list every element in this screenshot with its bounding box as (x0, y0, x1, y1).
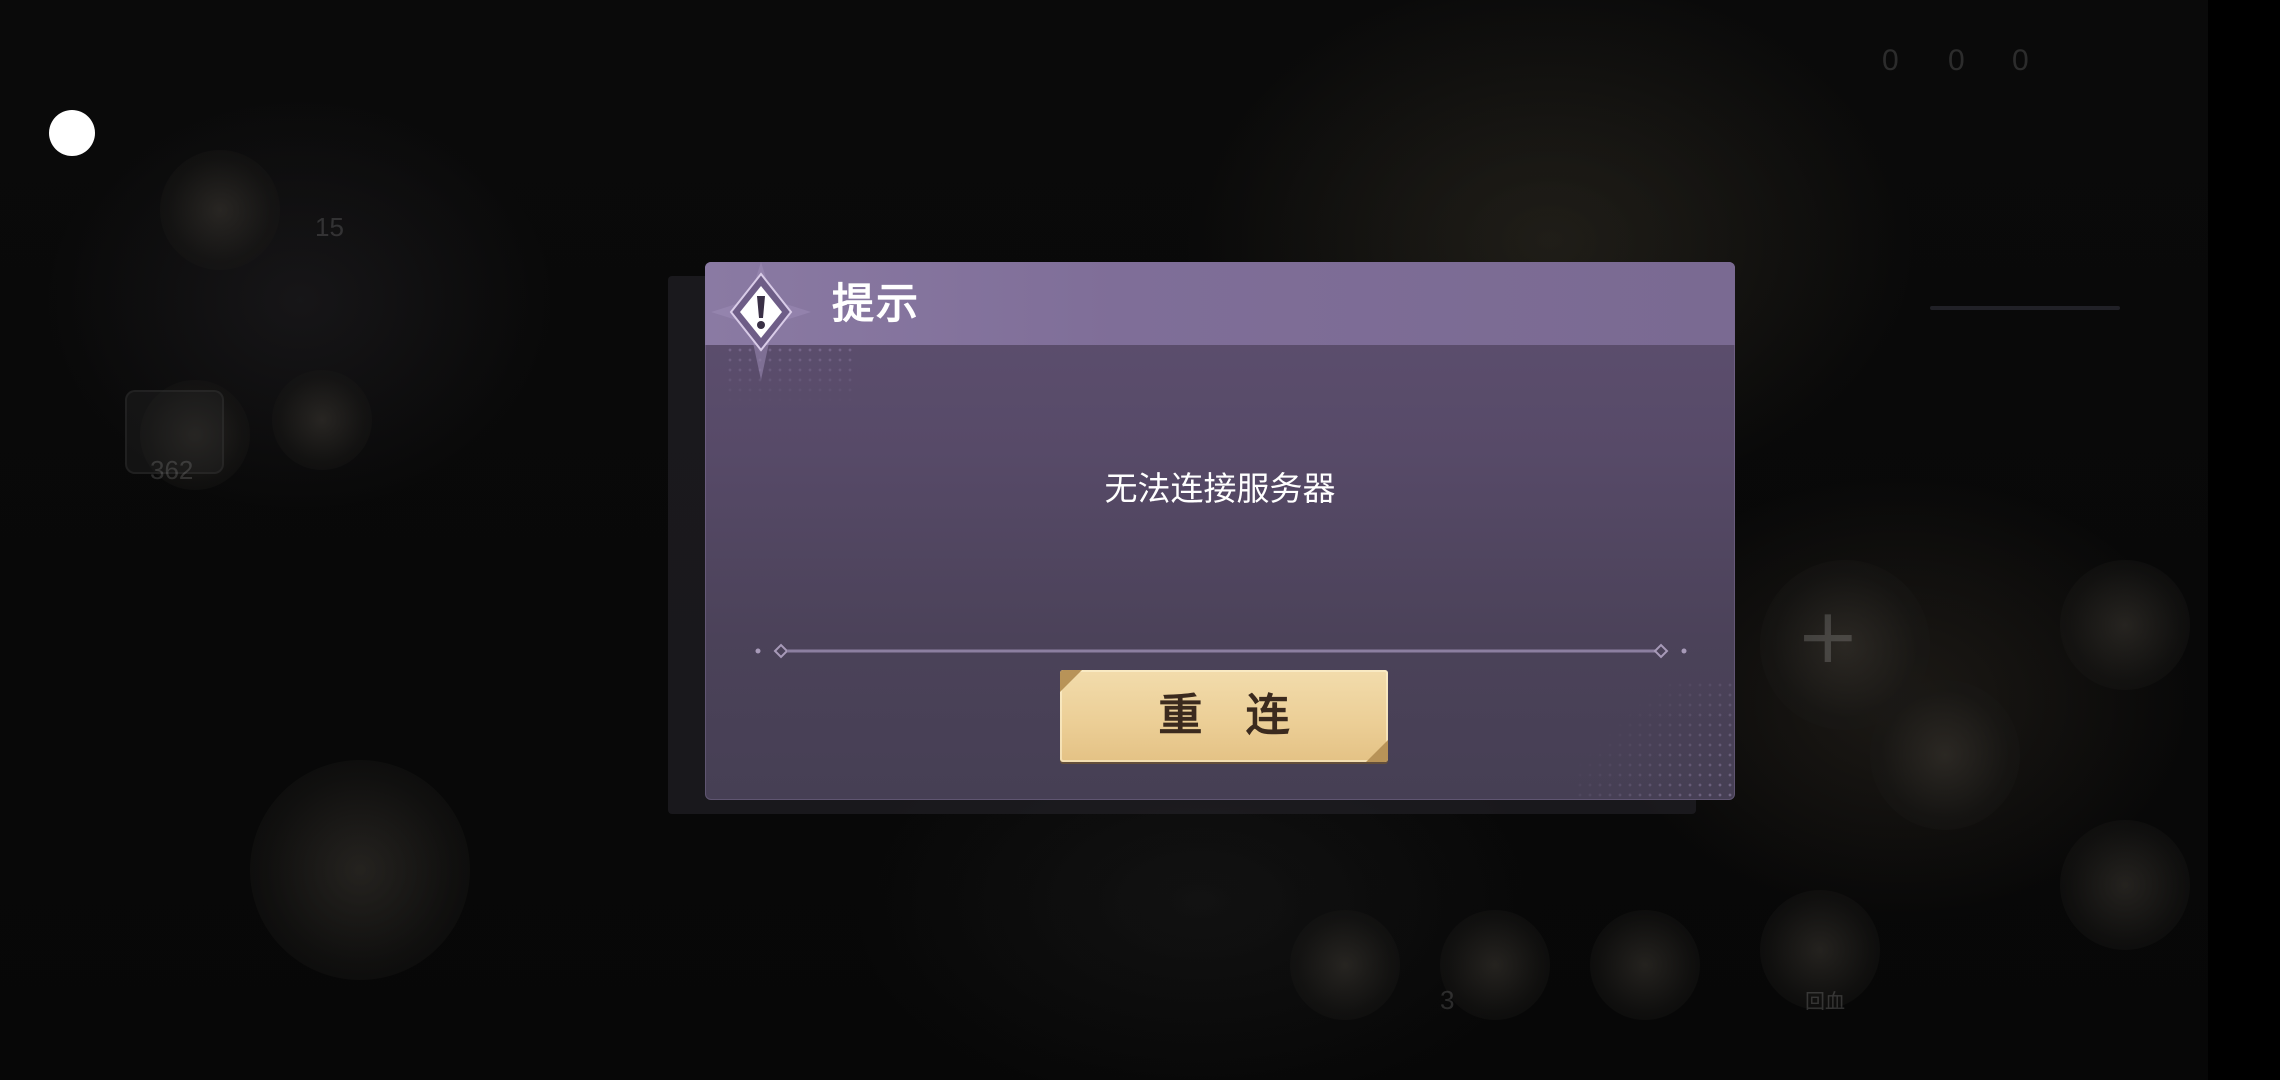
bg-item-2 (1440, 910, 1550, 1020)
connection-error-dialog: 提示 无法连接服务器 重 连 (705, 262, 1735, 800)
assistive-touch-icon[interactable] (49, 110, 95, 156)
bg-item-3 (1590, 910, 1700, 1020)
dialog-title: 提示 (832, 279, 921, 328)
bg-number-15: 15 (315, 212, 344, 242)
bg-avatar-3 (160, 150, 280, 270)
dialog-divider (755, 641, 1687, 661)
bg-skill-4 (2060, 820, 2190, 950)
bg-counter-1: 0 (1882, 44, 1899, 77)
exclamation-diamond-icon (711, 262, 811, 380)
bg-number-362: 362 (150, 455, 194, 485)
dialog-dot-pattern (1575, 680, 1735, 800)
bg-skill-3 (2060, 560, 2190, 690)
bg-counter-2: 0 (1948, 44, 1965, 77)
bg-item-1 (1290, 910, 1400, 1020)
game-screen: 0 0 0 15 362 + 回血 3 提示 无法连接服务器 重 连 (0, 0, 2280, 1080)
bg-label-heal: 回血 (1805, 989, 1845, 1013)
bg-joystick (250, 760, 470, 980)
dialog-message: 无法连接服务器 (1104, 469, 1336, 508)
bg-skill-2 (1870, 680, 2020, 830)
bg-progress-bar (1930, 306, 2120, 310)
bg-badge-3: 3 (1440, 985, 1455, 1015)
plus-icon: + (1796, 591, 1860, 680)
bg-counter-3: 0 (2012, 44, 2029, 77)
screen-edge-bar (2208, 0, 2280, 1080)
reconnect-button-label: 重 连 (1158, 690, 1304, 741)
bg-avatar-2 (272, 370, 372, 470)
reconnect-button[interactable]: 重 连 (1060, 670, 1388, 762)
